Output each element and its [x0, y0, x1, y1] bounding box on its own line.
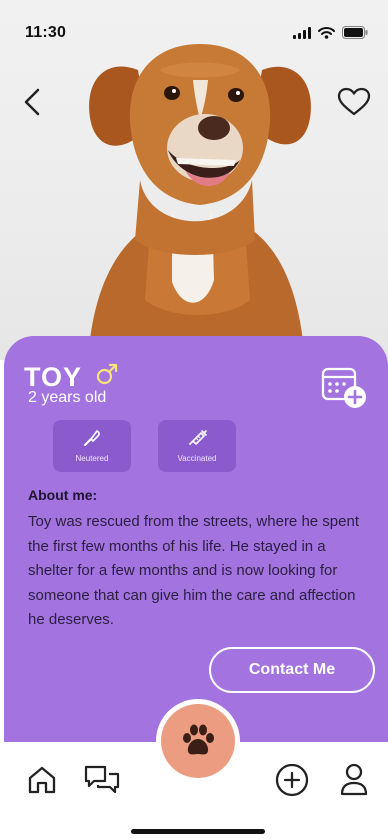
status-time: 11:30	[25, 24, 67, 41]
syringe-icon	[189, 430, 207, 445]
wifi-icon	[318, 26, 335, 39]
tag-label: Neutered	[75, 454, 109, 463]
chat-icon	[84, 765, 120, 794]
tag-label: Vaccinated	[177, 454, 217, 463]
about-text: Toy was rescued from the streets, where …	[28, 513, 359, 628]
pet-age: 2 years old	[28, 389, 107, 406]
tag-vaccinated: Vaccinated	[158, 420, 236, 472]
paw-button-circle	[161, 704, 235, 778]
status-bar: 11:30	[0, 0, 388, 62]
paw-home-button[interactable]	[156, 699, 240, 783]
male-symbol-icon	[96, 363, 118, 385]
heart-outline-icon	[337, 87, 371, 116]
home-icon	[28, 766, 56, 794]
user-icon	[340, 763, 368, 796]
contact-button[interactable]: Contact Me	[209, 647, 375, 693]
status-icons	[293, 26, 368, 39]
tag-neutered: Neutered	[53, 420, 131, 472]
tab-profile[interactable]	[334, 760, 374, 800]
calendar-add-icon	[321, 367, 366, 408]
favorite-button[interactable]	[334, 82, 374, 122]
pet-photo: 11:30	[0, 0, 388, 360]
signal-icon	[293, 26, 311, 39]
pet-info-card: TOY 2 years old Neutered Vaccinated Abou…	[4, 336, 388, 756]
back-button[interactable]	[14, 82, 50, 122]
chevron-left-icon	[24, 88, 40, 116]
paw-icon	[183, 724, 214, 755]
home-indicator	[131, 829, 265, 834]
tab-add[interactable]	[272, 760, 312, 800]
about-heading: About me:	[28, 487, 98, 503]
scalpel-icon	[84, 430, 100, 446]
pet-profile-screen: 11:30 TOY 2 years old Neutered Vaccinate…	[0, 0, 388, 839]
tab-home[interactable]	[22, 760, 62, 800]
battery-icon	[342, 26, 368, 39]
tab-messages[interactable]	[82, 760, 122, 800]
plus-circle-icon	[275, 763, 309, 797]
schedule-visit-button[interactable]	[320, 364, 368, 410]
